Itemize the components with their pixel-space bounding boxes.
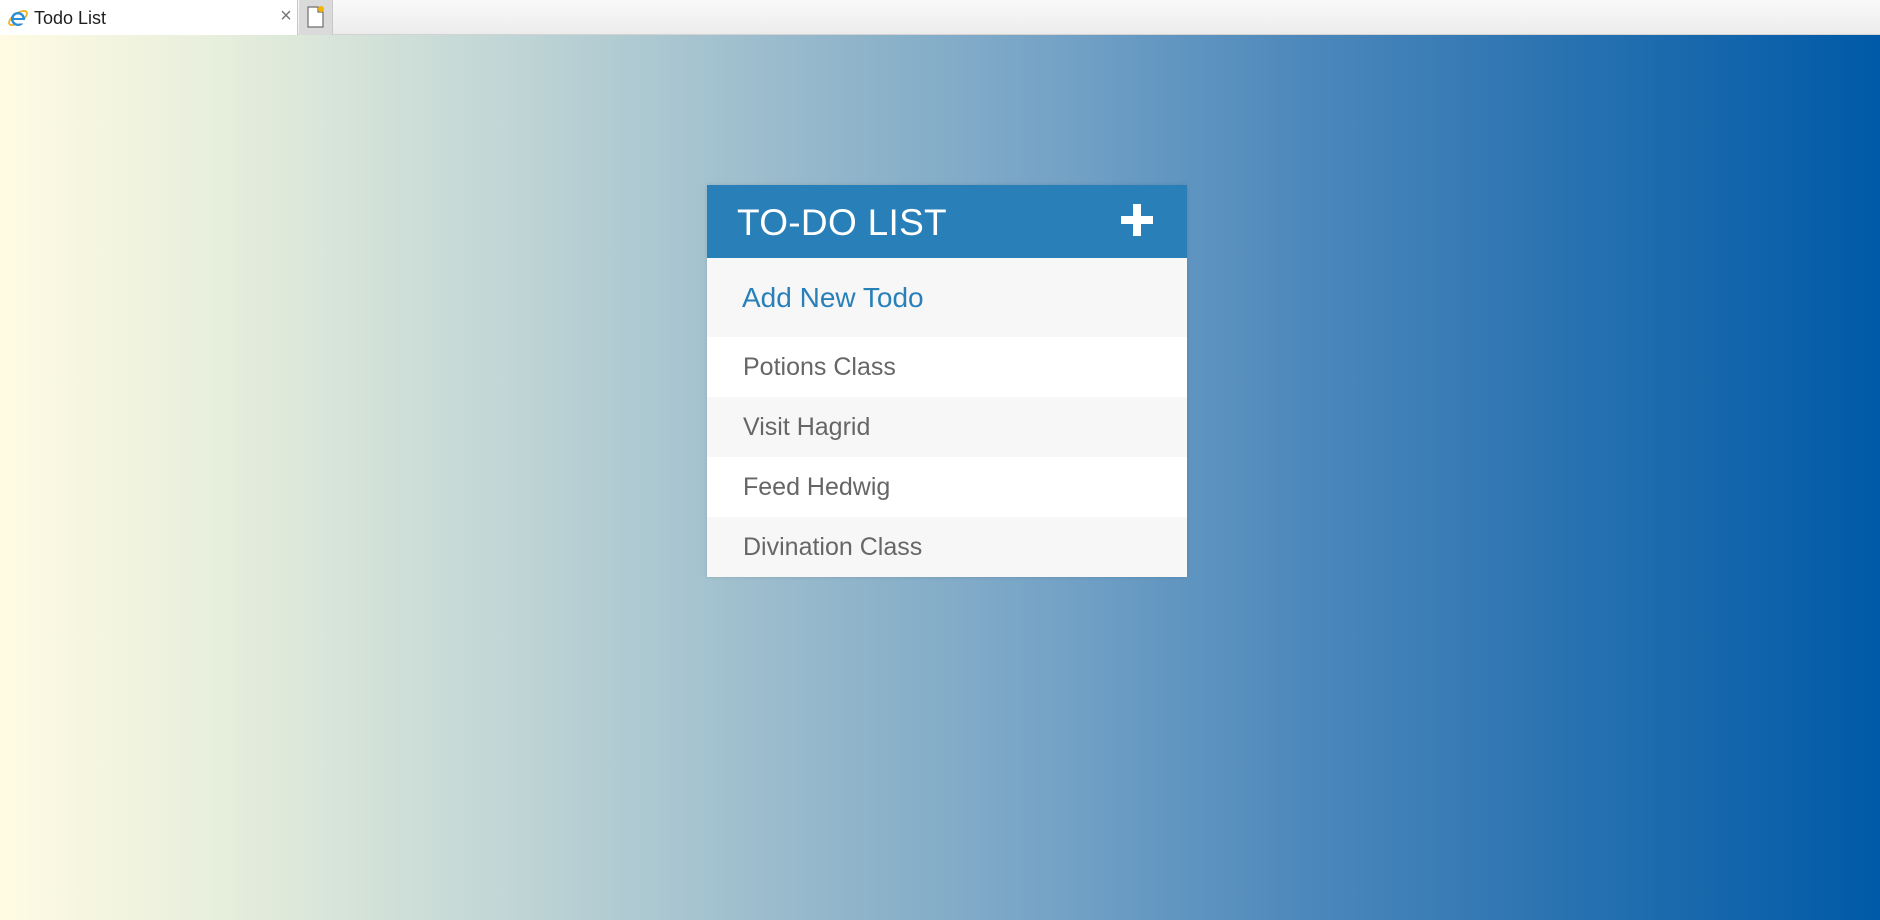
- page-viewport: TO-DO LIST Potions Class Visit Hagrid Fe…: [0, 35, 1880, 920]
- tab-title: Todo List: [34, 8, 107, 28]
- new-tab-icon: [307, 6, 324, 28]
- todo-list: Potions Class Visit Hagrid Feed Hedwig D…: [707, 337, 1187, 577]
- plus-icon[interactable]: [1119, 202, 1155, 238]
- todo-header: TO-DO LIST: [707, 185, 1187, 258]
- todo-item[interactable]: Divination Class: [707, 517, 1187, 577]
- page-title: TO-DO LIST: [737, 202, 947, 243]
- browser-tab[interactable]: Todo List ×: [0, 0, 298, 35]
- todo-item[interactable]: Potions Class: [707, 337, 1187, 397]
- todo-item[interactable]: Visit Hagrid: [707, 397, 1187, 457]
- todo-item[interactable]: Feed Hedwig: [707, 457, 1187, 517]
- new-tab-button[interactable]: [299, 0, 333, 35]
- todo-card: TO-DO LIST Potions Class Visit Hagrid Fe…: [707, 185, 1187, 577]
- internet-explorer-icon: [7, 7, 29, 29]
- browser-tab-strip: Todo List ×: [0, 0, 1880, 35]
- new-todo-input[interactable]: [707, 258, 1187, 337]
- close-tab-icon[interactable]: ×: [276, 4, 296, 28]
